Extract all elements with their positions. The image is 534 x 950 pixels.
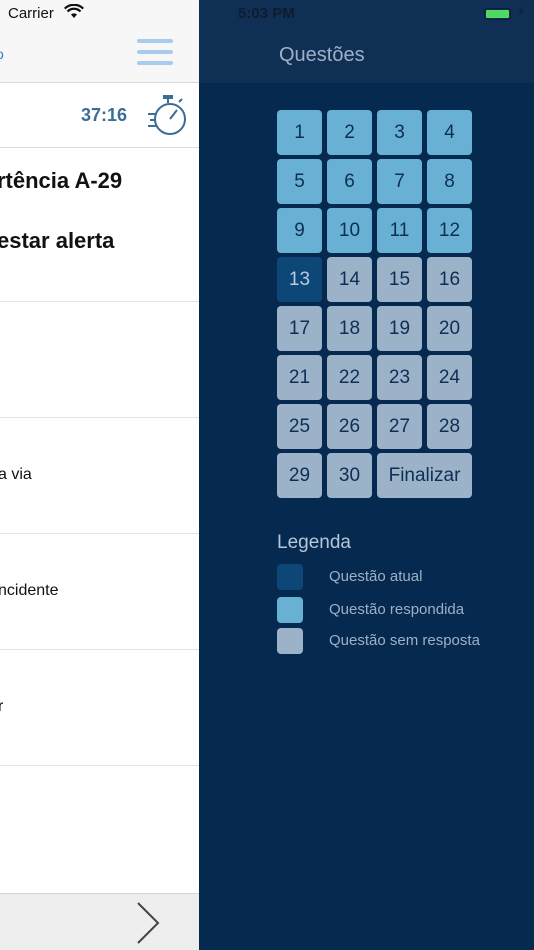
legend-item-unanswered: Questão sem resposta (277, 628, 527, 654)
question-button-15[interactable]: 15 (377, 257, 422, 302)
question-button-9[interactable]: 9 (277, 208, 322, 253)
legend-swatch-current (277, 564, 303, 590)
legend-item-current: Questão atual (277, 564, 527, 590)
question-button-22[interactable]: 22 (327, 355, 372, 400)
question-button-17[interactable]: 17 (277, 306, 322, 351)
question-button-16[interactable]: 16 (427, 257, 472, 302)
answer-option-d[interactable]: r (0, 650, 199, 766)
question-line-1: rtência A-29 (0, 168, 123, 193)
answer-option-c[interactable]: ncidente (0, 534, 199, 650)
question-button-2[interactable]: 2 (327, 110, 372, 155)
question-button-11[interactable]: 11 (377, 208, 422, 253)
question-button-25[interactable]: 25 (277, 404, 322, 449)
answer-option-a[interactable] (0, 302, 199, 418)
question-button-6[interactable]: 6 (327, 159, 372, 204)
question-button-30[interactable]: 30 (327, 453, 372, 498)
question-button-23[interactable]: 23 (377, 355, 422, 400)
timer-bar: 37:16 (0, 84, 199, 148)
question-button-3[interactable]: 3 (377, 110, 422, 155)
question-button-13[interactable]: 13 (277, 257, 322, 302)
question-button-12[interactable]: 12 (427, 208, 472, 253)
timer-value: 37:16 (81, 105, 128, 125)
charging-icon: ⚡ (517, 5, 526, 19)
clock: 5:03 PM (238, 5, 295, 22)
battery-icon (484, 8, 511, 20)
finalize-button[interactable]: Finalizar (377, 453, 472, 498)
stopwatch-icon (148, 95, 186, 135)
question-button-10[interactable]: 10 (327, 208, 372, 253)
legend-swatch-answered (277, 597, 303, 623)
legend-label-unanswered: Questão sem resposta (329, 632, 480, 649)
question-button-19[interactable]: 19 (377, 306, 422, 351)
question-button-26[interactable]: 26 (327, 404, 372, 449)
status-bar: Carrier 5:03 PM ⚡ (0, 0, 534, 28)
legend-label-answered: Questão respondida (329, 601, 465, 618)
question-button-7[interactable]: 7 (377, 159, 422, 204)
question-button-29[interactable]: 29 (277, 453, 322, 498)
bottom-bar (0, 893, 199, 950)
question-text: rtência A-29 estar alerta (0, 148, 199, 302)
question-button-18[interactable]: 18 (327, 306, 372, 351)
legend-title: Legenda (277, 532, 351, 553)
question-button-21[interactable]: 21 (277, 355, 322, 400)
question-button-5[interactable]: 5 (277, 159, 322, 204)
menu-icon[interactable] (137, 39, 173, 69)
nav-back-label[interactable]: o (0, 46, 4, 62)
drawer-title: Questões (279, 44, 365, 66)
legend-label-current: Questão atual (329, 568, 423, 585)
question-button-24[interactable]: 24 (427, 355, 472, 400)
main-content: o 37:16 rtência A-29 estar alerta a via … (0, 0, 199, 950)
question-button-4[interactable]: 4 (427, 110, 472, 155)
questions-drawer: Questões 1 2 3 4 5 6 7 8 9 10 11 12 13 14 15 16 17 18 19 20… (199, 0, 534, 950)
question-button-27[interactable]: 27 (377, 404, 422, 449)
question-line-2: estar alerta (0, 228, 115, 253)
question-button-14[interactable]: 14 (327, 257, 372, 302)
question-button-20[interactable]: 20 (427, 306, 472, 351)
legend-swatch-unanswered (277, 628, 303, 654)
answer-option-b[interactable]: a via (0, 418, 199, 534)
chevron-right-icon[interactable] (130, 900, 164, 946)
carrier-label: Carrier (8, 5, 54, 22)
legend-item-answered: Questão respondida (277, 597, 527, 623)
question-button-8[interactable]: 8 (427, 159, 472, 204)
wifi-icon (64, 4, 84, 18)
question-button-1[interactable]: 1 (277, 110, 322, 155)
question-button-28[interactable]: 28 (427, 404, 472, 449)
